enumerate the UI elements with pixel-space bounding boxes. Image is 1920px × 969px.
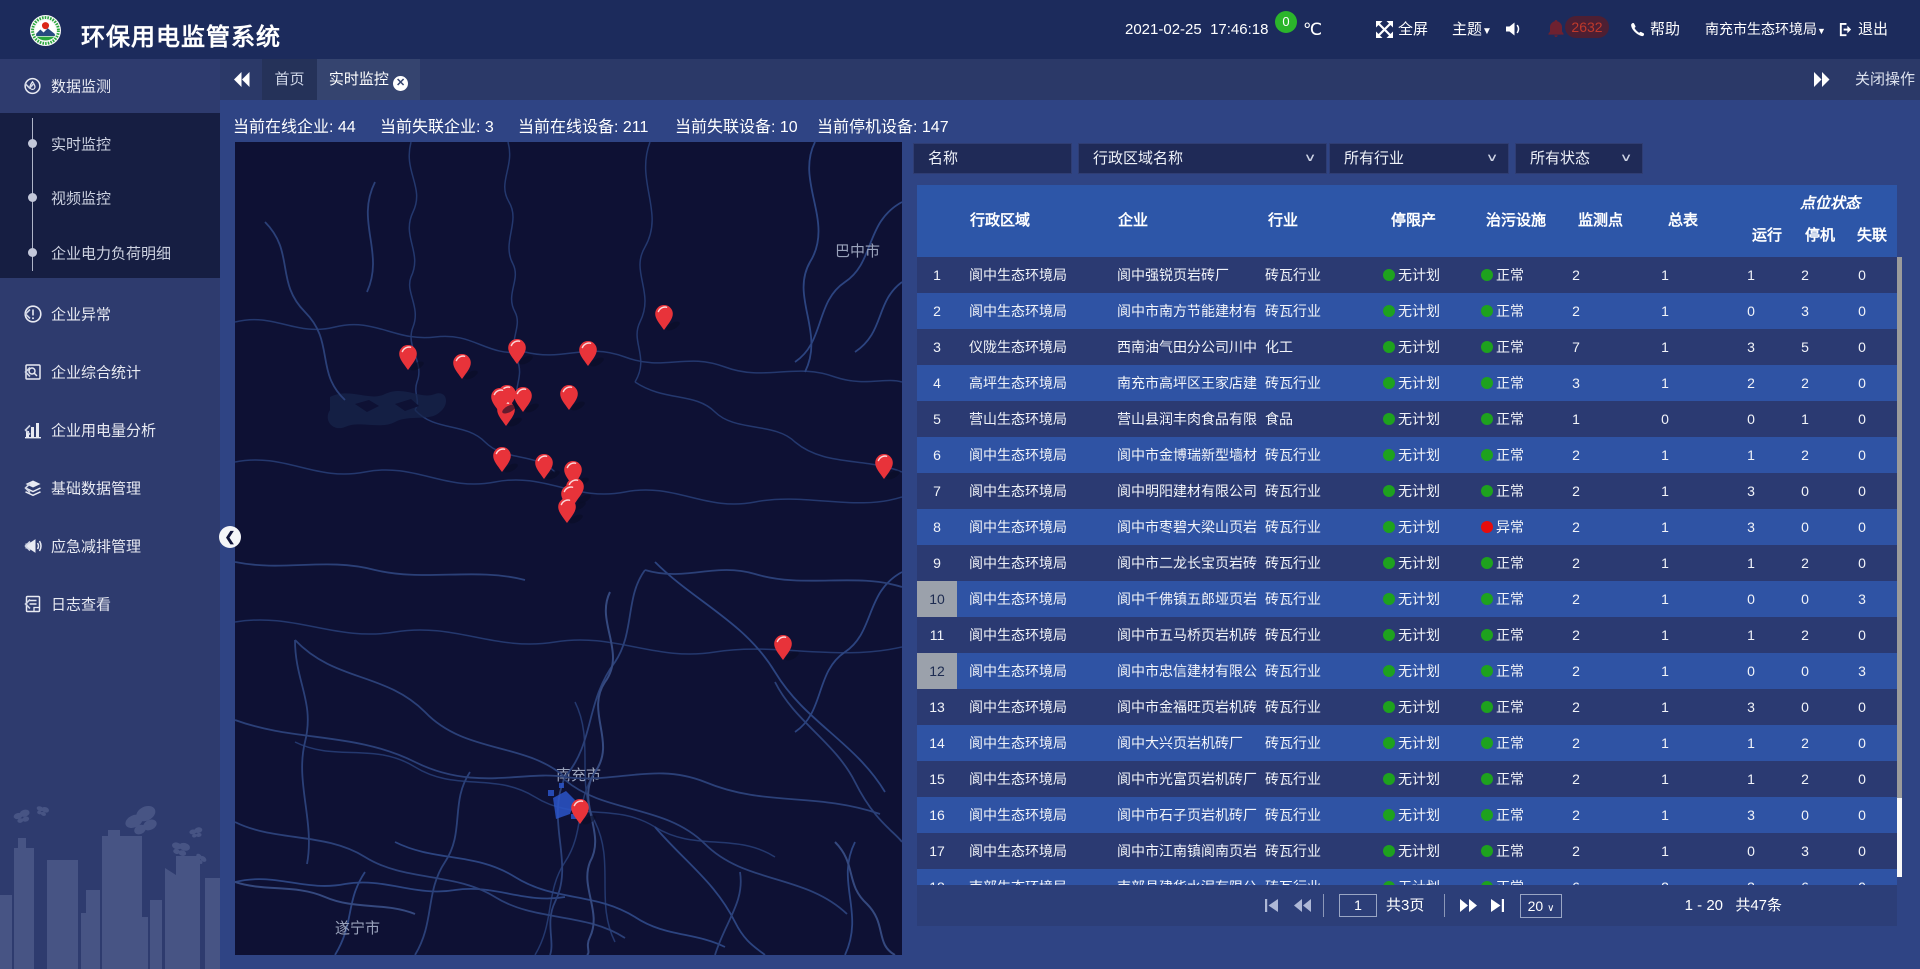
svg-text:遂宁市: 遂宁市	[335, 920, 380, 937]
svg-text:巴中市: 巴中市	[835, 243, 880, 260]
